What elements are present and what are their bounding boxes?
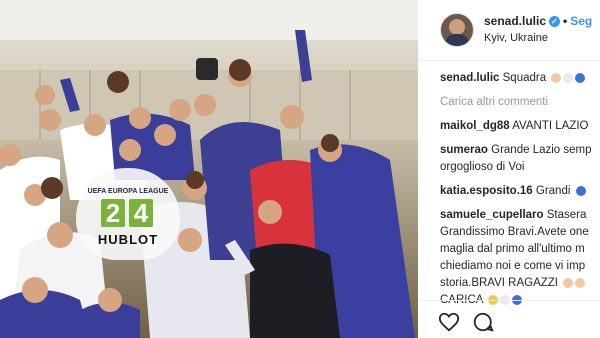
comment-continuation-line: storia.BRAVI RAGAZZI (440, 275, 600, 292)
flexed-biceps-emoji-icon (551, 72, 562, 83)
avatar[interactable] (440, 13, 474, 47)
flexed-biceps-emoji-icon (575, 277, 586, 288)
comment-text: Grandi (535, 185, 571, 197)
caption-user[interactable]: senad.lulic (440, 72, 499, 84)
comment-continuation: Grandissimo Bravi.Avete one (440, 226, 589, 238)
follow-button[interactable]: Seg (570, 14, 592, 28)
caption-text: Squadra (502, 72, 547, 84)
comment-continuation: chiediamo noi e come vi imp (440, 260, 586, 272)
post-author-line: senad.lulic ✓ • Seg (484, 14, 592, 28)
score-display: 24 (92, 198, 162, 229)
post-side-panel: senad.lulic ✓ • Seg Kyiv, Ukraine senad.lul… (418, 0, 600, 338)
comment-user[interactable]: samuele_cupellaro (440, 209, 544, 221)
sponsor-logo: HUBLOT (97, 232, 159, 247)
comment-continuation: orgoglioso di Voi (440, 161, 525, 173)
flexed-biceps-emoji-icon (563, 277, 574, 288)
score-home: 2 (101, 199, 125, 227)
comment-user[interactable]: sumerao (440, 144, 488, 156)
verified-badge-icon: ✓ (549, 16, 561, 28)
post-location[interactable]: Kyiv, Ukraine (484, 32, 548, 44)
comment-item: samuele_cupellaro Stasera (440, 207, 600, 224)
comment-item: maikol_dg88 AVANTI LAZIO (440, 118, 600, 135)
caption: senad.lulic Squadra (440, 70, 600, 87)
load-more-comments-button[interactable]: Carica altri commenti (440, 94, 600, 111)
comment-item: katia.esposito.16 Grandi (440, 183, 600, 200)
comment-text: Stasera (546, 209, 587, 221)
comment-item: sumerao Grande Lazio semp (440, 142, 600, 159)
comment-text: AVANTI LAZIO (512, 120, 589, 132)
banner-text: UEFA EUROPA LEAGUE (87, 188, 169, 195)
comment-text: storia.BRAVI RAGAZZI (440, 277, 559, 289)
blue-circle-emoji-icon (575, 72, 586, 83)
post-header: senad.lulic ✓ • Seg Kyiv, Ukraine (418, 0, 600, 61)
comment-continuation: maglia dal primo all'ultimo m (440, 243, 585, 255)
comment-text: Grande Lazio semp (491, 144, 592, 156)
score-away: 4 (129, 199, 153, 227)
comment-user[interactable]: katia.esposito.16 (440, 185, 533, 197)
separator-dot: • (563, 14, 568, 28)
author-username[interactable]: senad.lulic (484, 14, 546, 28)
comment-user[interactable]: maikol_dg88 (440, 120, 510, 132)
blue-heart-emoji-icon (575, 185, 586, 196)
white-circle-emoji-icon (563, 72, 574, 83)
comments-list: senad.lulic Squadra Carica altri comment… (440, 70, 600, 316)
post-photo[interactable]: UEFA EUROPA LEAGUE 24 HUBLOT (0, 0, 418, 338)
team-celebration-image (0, 0, 418, 338)
comment-bubble-icon[interactable] (472, 311, 494, 333)
post-actions-bar (418, 300, 600, 338)
heart-icon[interactable] (438, 311, 460, 333)
